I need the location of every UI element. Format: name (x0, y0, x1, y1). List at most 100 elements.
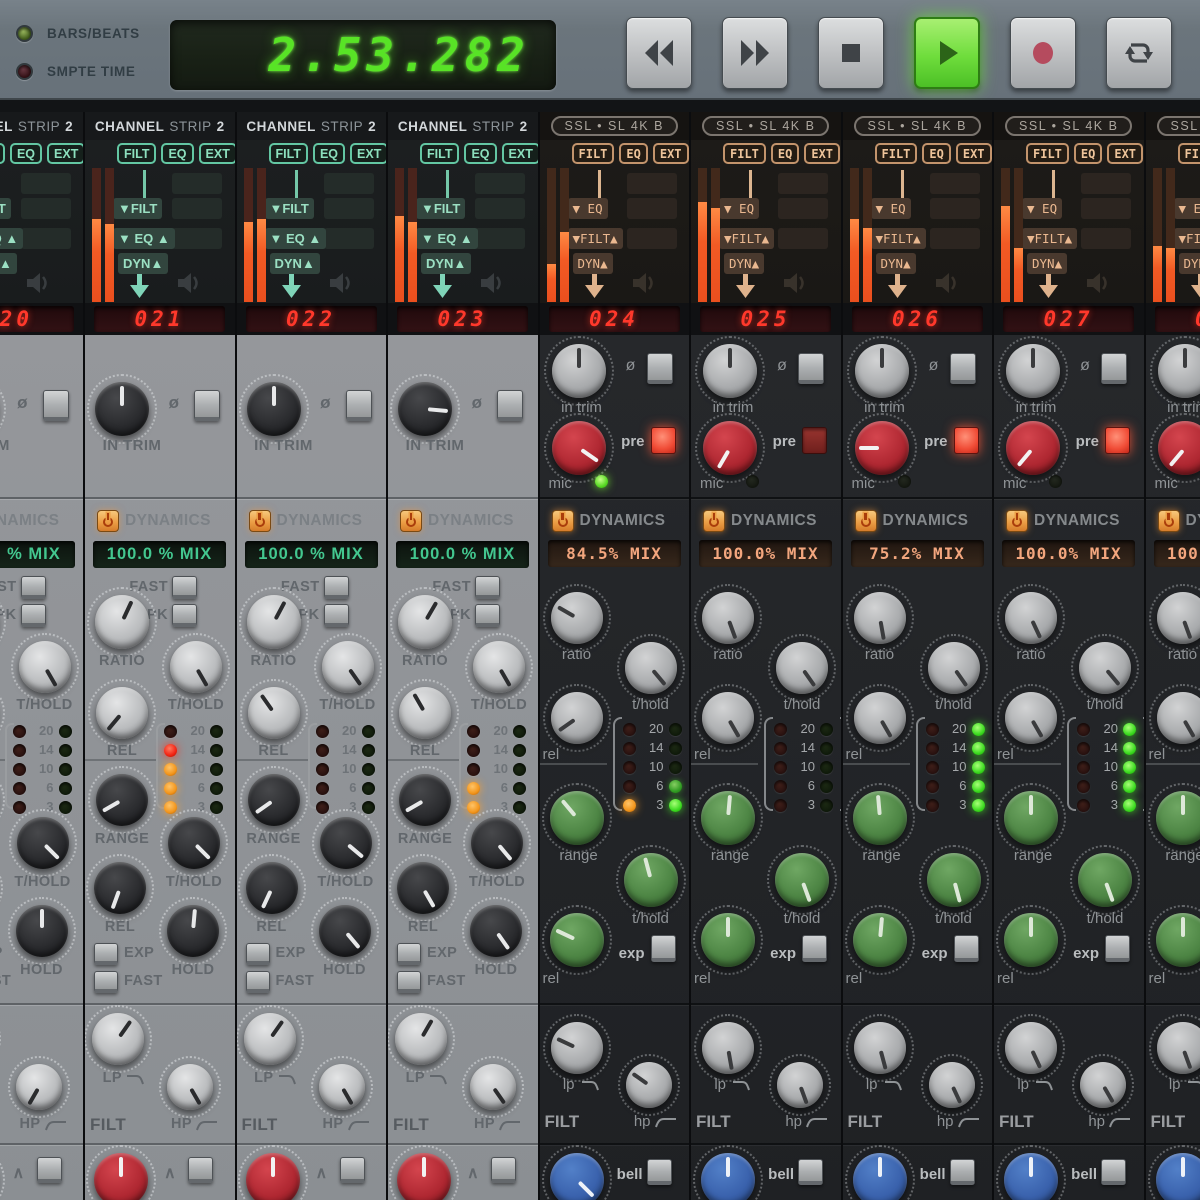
in-trim-knob[interactable] (695, 336, 765, 406)
proc-row-2[interactable]: DYN▲ (876, 253, 916, 274)
pk-button[interactable] (475, 604, 500, 627)
proc-button-eq[interactable]: EQ (313, 143, 345, 164)
insert-slot-0[interactable] (21, 173, 71, 194)
bell-button[interactable] (1101, 1159, 1126, 1185)
exp-threshold-knob[interactable] (9, 809, 77, 877)
range-knob[interactable] (240, 766, 308, 834)
range-knob[interactable] (542, 783, 612, 853)
hp-filter-knob[interactable] (159, 1056, 221, 1118)
proc-button-eq[interactable]: EQ (464, 143, 496, 164)
lp-filter-knob[interactable] (997, 1014, 1065, 1082)
rewind-button[interactable] (626, 17, 692, 89)
bell-button[interactable] (647, 1159, 672, 1185)
in-trim-knob[interactable] (847, 336, 917, 406)
insert-slot-2[interactable] (930, 228, 980, 249)
exp-button[interactable] (94, 943, 118, 965)
exp-threshold-knob[interactable] (312, 809, 380, 877)
clock-mode-bars[interactable]: BARS/BEATS (16, 22, 140, 44)
eq-band-knob[interactable] (1148, 1145, 1200, 1200)
insert-slot-1[interactable] (21, 198, 71, 219)
exp-button[interactable] (397, 943, 421, 965)
proc-row-2[interactable]: DYN▲ (118, 253, 168, 274)
bell-button[interactable] (37, 1157, 62, 1183)
lp-filter-knob[interactable] (236, 1005, 304, 1073)
exp-threshold-knob[interactable] (767, 845, 837, 915)
exp-release-knob[interactable] (0, 854, 3, 922)
range-knob[interactable] (845, 783, 915, 853)
proc-row-1[interactable]: ▼ EQ ▲ (0, 228, 23, 249)
insert-slot-0[interactable] (778, 173, 828, 194)
exp-release-knob[interactable] (845, 905, 915, 975)
insert-slot-0[interactable] (1081, 173, 1131, 194)
ratio-knob[interactable] (87, 587, 157, 657)
ratio-knob[interactable] (846, 584, 914, 652)
insert-slot-2[interactable] (1081, 228, 1131, 249)
in-trim-knob[interactable] (87, 374, 157, 444)
bell-button[interactable] (188, 1157, 213, 1183)
hp-filter-knob[interactable] (311, 1056, 373, 1118)
exp-fast-button[interactable] (397, 971, 421, 993)
proc-row-1[interactable]: ▼ EQ ▲ (416, 228, 478, 249)
fast-forward-button[interactable] (722, 17, 788, 89)
threshold-knob[interactable] (162, 633, 230, 701)
exp-release-knob[interactable] (238, 854, 306, 922)
insert-slot-2[interactable] (21, 228, 71, 249)
threshold-knob[interactable] (768, 634, 836, 702)
in-trim-knob[interactable] (998, 336, 1068, 406)
proc-button-filt[interactable]: FILT (420, 143, 459, 164)
exp-release-knob[interactable] (86, 854, 154, 922)
pk-button[interactable] (324, 604, 349, 627)
in-trim-knob[interactable] (1150, 336, 1200, 406)
exp-release-knob[interactable] (542, 905, 612, 975)
proc-row-1[interactable]: ▼FILT▲ (568, 228, 623, 249)
proc-button-ext[interactable]: EXT (199, 143, 236, 164)
range-knob[interactable] (1148, 783, 1200, 853)
insert-slot-2[interactable] (172, 228, 222, 249)
bell-button[interactable] (491, 1157, 516, 1183)
proc-button-ext[interactable]: EXT (804, 143, 840, 164)
proc-button-eq[interactable]: EQ (922, 143, 950, 164)
proc-button-filt[interactable]: FILT (0, 143, 5, 164)
range-knob[interactable] (391, 766, 459, 834)
threshold-knob[interactable] (1071, 634, 1139, 702)
proc-row-2[interactable]: DYN▲ (573, 253, 613, 274)
exp-button[interactable] (651, 935, 676, 962)
speaker-icon[interactable] (934, 270, 958, 301)
dynamics-power-button[interactable] (703, 510, 725, 532)
in-trim-knob[interactable] (0, 374, 6, 444)
fast-button[interactable] (172, 576, 197, 599)
proc-button-ext[interactable]: EXT (956, 143, 992, 164)
proc-row-2[interactable]: DYN▲ (421, 253, 471, 274)
hp-filter-knob[interactable] (769, 1054, 831, 1116)
bell-button[interactable] (950, 1159, 975, 1185)
ratio-knob[interactable] (0, 587, 6, 657)
play-button[interactable] (914, 17, 980, 89)
proc-button-filt[interactable]: FILT (117, 143, 156, 164)
insert-slot-0[interactable] (172, 173, 222, 194)
insert-slot-1[interactable] (172, 198, 222, 219)
pre-button[interactable] (802, 427, 827, 454)
exp-threshold-knob[interactable] (616, 845, 686, 915)
ratio-knob[interactable] (239, 587, 309, 657)
dynamics-power-button[interactable] (1158, 510, 1180, 532)
ratio-knob[interactable] (543, 584, 611, 652)
phase-button[interactable] (1101, 353, 1127, 384)
exp-release-knob[interactable] (693, 905, 763, 975)
proc-button-filt[interactable]: FILT (875, 143, 918, 164)
proc-row-0[interactable]: ▼FILT (0, 198, 11, 219)
release-knob[interactable] (88, 679, 156, 747)
proc-button-eq[interactable]: EQ (161, 143, 193, 164)
hp-filter-knob[interactable] (462, 1056, 524, 1118)
lp-filter-knob[interactable] (0, 1005, 1, 1073)
proc-row-2[interactable]: DYN▲ (0, 253, 17, 274)
exp-threshold-knob[interactable] (160, 809, 228, 877)
phase-button[interactable] (497, 390, 523, 421)
dynamics-power-button[interactable] (552, 510, 574, 532)
hp-filter-knob[interactable] (921, 1054, 983, 1116)
proc-button-ext[interactable]: EXT (502, 143, 539, 164)
insert-slot-1[interactable] (778, 198, 828, 219)
threshold-knob[interactable] (617, 634, 685, 702)
eq-band-knob[interactable] (0, 1145, 5, 1200)
proc-row-0[interactable]: ▼ EQ (1174, 198, 1200, 219)
proc-row-2[interactable]: DYN▲ (270, 253, 320, 274)
